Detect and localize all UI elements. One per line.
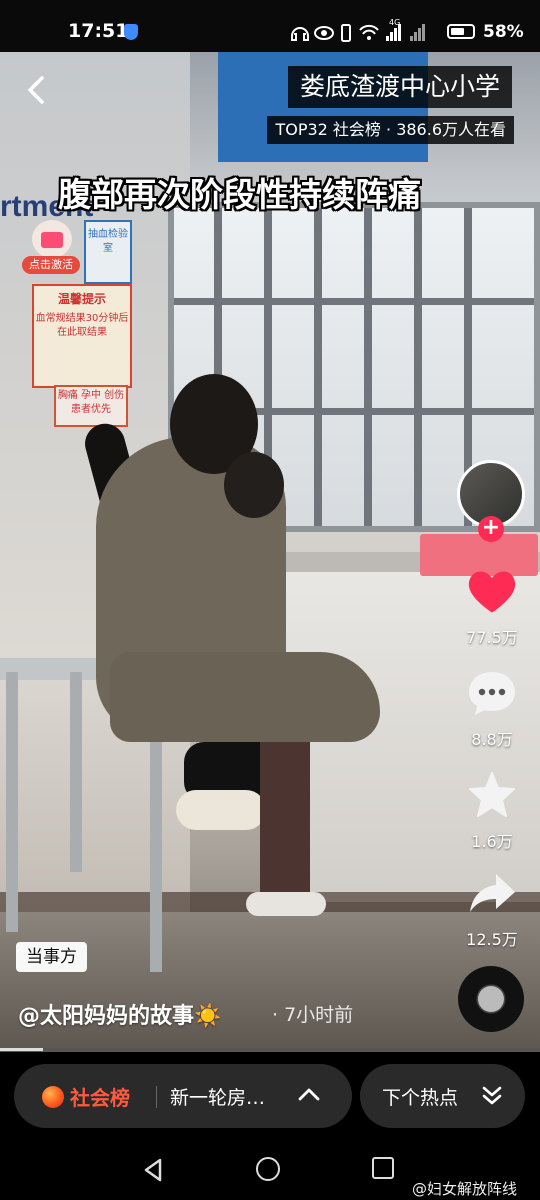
priority-poster: 胸痛 孕中 创伤 患者优先 — [54, 385, 128, 427]
favorite-button[interactable]: 1.6万 — [452, 770, 532, 852]
hot-list-bar[interactable]: 社会榜 新一轮房… — [14, 1064, 352, 1128]
next-hot-label: 下个热点 — [382, 1087, 459, 1109]
nav-home-icon[interactable] — [256, 1157, 280, 1181]
share-button[interactable]: 12.5万 — [452, 868, 532, 950]
party-tag[interactable]: 当事方 — [16, 942, 87, 972]
comment-count: 8.8万 — [471, 730, 513, 749]
video-caption: 腹部再次阶段性持续阵痛 — [58, 175, 421, 214]
status-time: 17:51 — [68, 20, 129, 42]
double-chevron-down-icon — [482, 1086, 502, 1105]
back-arrow-icon[interactable] — [22, 74, 52, 106]
activate-label: 点击激活 — [22, 256, 80, 274]
battery-percent: 58% — [483, 22, 524, 42]
headphones-icon — [291, 27, 309, 41]
author-handle[interactable]: @太阳妈妈的故事 — [18, 1004, 194, 1029]
follow-plus-icon[interactable]: + — [478, 516, 504, 542]
status-icons — [291, 24, 425, 42]
like-button[interactable]: 77.5万 — [452, 566, 532, 648]
share-icon — [470, 874, 515, 912]
like-count: 77.5万 — [466, 628, 518, 647]
battery-icon — [447, 24, 475, 39]
wifi-icon — [359, 24, 379, 35]
favorite-count: 1.6万 — [471, 832, 513, 851]
network-label: 4G — [389, 18, 401, 27]
nav-back-icon[interactable] — [140, 1156, 168, 1184]
star-icon — [469, 772, 515, 817]
comment-icon — [469, 672, 515, 715]
child-figure — [224, 452, 284, 518]
heart-icon — [468, 571, 516, 613]
hot-list-label: 社会榜 — [70, 1086, 130, 1110]
chevron-up-icon[interactable] — [296, 1082, 322, 1108]
share-count: 12.5万 — [466, 930, 518, 949]
next-hot-button[interactable]: 下个热点 — [360, 1064, 525, 1128]
hot-flame-icon — [42, 1086, 64, 1108]
watermark: @妇女解放阵线 — [412, 1180, 518, 1198]
video-progress-bar[interactable] — [0, 1048, 540, 1051]
activate-gift-button[interactable]: 点击激活 — [18, 212, 88, 276]
shield-icon — [124, 24, 138, 40]
location-tag[interactable]: 娄底渣渡中心小学 — [287, 66, 512, 108]
vibrate-icon — [341, 24, 351, 42]
author-name[interactable]: @太阳妈妈的故事☀️ — [18, 998, 221, 1030]
hot-topic-text: 新一轮房… — [170, 1087, 266, 1109]
notice-poster: 温馨提示 血常规结果30分钟后在此取结果 — [32, 284, 132, 388]
music-disc-icon[interactable] — [458, 966, 524, 1032]
gift-icon — [32, 220, 72, 258]
nav-recents-icon[interactable] — [372, 1157, 394, 1179]
sun-emoji: ☀️ — [194, 1004, 222, 1029]
lab-sign: 抽血检验室 — [84, 220, 132, 284]
comment-button[interactable]: 8.8万 — [452, 668, 532, 750]
video-progress-fill — [0, 1048, 44, 1051]
posted-time: · 7小时前 — [272, 1004, 354, 1026]
rank-tag[interactable]: TOP32 社会榜 · 386.6万人在看 — [267, 116, 514, 144]
signal-icon — [410, 24, 425, 41]
